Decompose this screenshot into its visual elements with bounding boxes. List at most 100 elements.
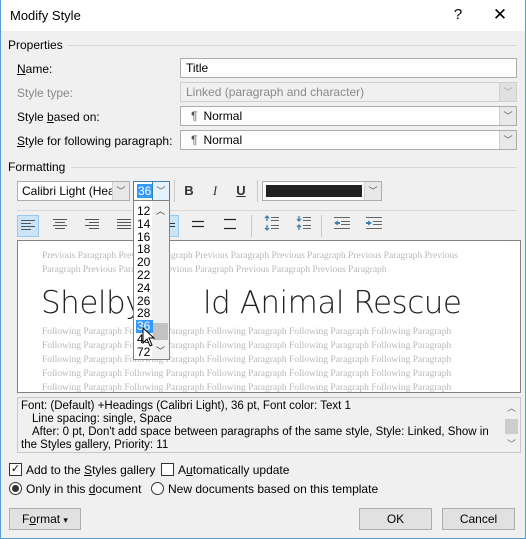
style-type-select: Linked (paragraph and character) ﹀: [180, 82, 517, 102]
ok-button[interactable]: OK: [359, 508, 432, 530]
chevron-down-icon[interactable]: ﹀: [499, 131, 516, 149]
style-preview: Previous Paragraph Previous Paragraph Pr…: [17, 240, 521, 393]
font-size-value: 36: [137, 184, 153, 198]
chevron-down-icon[interactable]: ﹀: [112, 182, 129, 200]
properties-divider: [67, 45, 517, 46]
scroll-down-icon[interactable]: ﹀: [156, 344, 165, 357]
chevron-down-icon[interactable]: ﹀: [364, 182, 381, 200]
scroll-up-icon[interactable]: ︿: [156, 204, 165, 217]
following-paragraph-value: Normal: [203, 133, 243, 147]
following-paragraph-select[interactable]: ¶ Normal ﹀: [180, 130, 517, 150]
description-scrollbar[interactable]: ︿ ﹀: [503, 398, 520, 452]
style-type-label: Style type:: [17, 86, 74, 100]
scroll-down-icon[interactable]: ﹀: [507, 438, 516, 451]
underline-button[interactable]: U: [230, 180, 252, 202]
mouse-cursor-icon: [142, 327, 156, 347]
following-paragraph-text: Following Paragraph Following Paragraph …: [42, 369, 452, 379]
auto-update-checkbox[interactable]: [161, 463, 174, 476]
following-paragraph-label: Style for following paragraph:: [17, 134, 173, 148]
close-button[interactable]: ✕: [492, 5, 508, 25]
based-on-select[interactable]: ¶ Normal ﹀: [180, 106, 517, 126]
chevron-down-icon[interactable]: ﹀: [499, 107, 516, 125]
description-line: Line spacing: single, Space: [32, 413, 173, 425]
chevron-down-icon: ﹀: [499, 83, 516, 101]
new-documents-radio[interactable]: [151, 482, 164, 495]
format-button[interactable]: Format ▾: [9, 508, 81, 530]
toolbar-divider: [17, 210, 517, 211]
justify-button[interactable]: [113, 215, 135, 237]
increase-spacing-before-button[interactable]: [261, 215, 283, 237]
modify-style-dialog: Modify Style ? ✕ Properties Name: Title …: [0, 0, 526, 539]
increase-indent-icon: [366, 217, 382, 229]
scroll-up-icon[interactable]: ︿: [507, 402, 516, 415]
font-color-swatch: [266, 185, 362, 197]
add-to-gallery-checkbox[interactable]: ✓: [9, 463, 22, 476]
onehalf-spacing-icon: [192, 220, 204, 228]
font-size-option[interactable]: 14: [136, 217, 153, 231]
increase-indent-button[interactable]: [363, 215, 385, 237]
line-spacing-onehalf-button[interactable]: [187, 215, 209, 237]
following-paragraph-text: Following Paragraph Following Paragraph …: [42, 383, 452, 393]
new-documents-label[interactable]: New documents based on this template: [168, 482, 378, 496]
line-spacing-double-button[interactable]: [219, 215, 241, 237]
align-left-button[interactable]: [17, 215, 39, 237]
properties-section-label: Properties: [8, 38, 63, 52]
add-to-gallery-label[interactable]: Add to the Styles gallery: [26, 463, 155, 477]
description-line: After: 0 pt, Don't add space between par…: [32, 426, 489, 438]
name-input[interactable]: Title: [180, 58, 517, 78]
paragraph-mark-icon: ¶: [191, 109, 198, 123]
based-on-label: Style based on:: [17, 110, 100, 124]
toolbar-separator: [251, 215, 252, 237]
preview-title-text: Shelby ld Animal Rescue: [41, 285, 462, 321]
formatting-section-label: Formatting: [8, 160, 66, 174]
title-bar: Modify Style ? ✕: [1, 0, 525, 31]
justify-icon: [117, 219, 131, 229]
dialog-title: Modify Style: [10, 8, 81, 23]
toolbar-separator: [174, 180, 175, 202]
font-name-select[interactable]: Calibri Light (Head ﹀: [17, 181, 130, 201]
decrease-spacing-before-button[interactable]: [293, 215, 315, 237]
description-line: the Styles gallery, Priority: 11: [21, 439, 169, 451]
based-on-value: Normal: [203, 109, 243, 123]
paragraph-mark-icon: ¶: [191, 133, 198, 147]
decrease-indent-icon: [334, 217, 350, 229]
dropdown-arrow-icon: ▾: [63, 515, 68, 525]
align-left-icon: [21, 220, 35, 230]
align-center-button[interactable]: [49, 215, 71, 237]
style-description: Font: (Default) +Headings (Calibri Light…: [17, 397, 521, 453]
scrollbar-thumb[interactable]: [505, 419, 518, 434]
following-paragraph-text: Following Paragraph Following Paragraph …: [42, 341, 452, 351]
preview-title-right: ld Animal Rescue: [203, 285, 462, 321]
space-before-increase-icon: [264, 215, 279, 231]
decrease-indent-button[interactable]: [331, 215, 353, 237]
previous-paragraph-text: Previous Paragraph Previous Paragraph Pr…: [42, 251, 458, 261]
name-value: Title: [186, 61, 209, 75]
help-button[interactable]: ?: [451, 6, 465, 23]
style-type-value: Linked (paragraph and character): [186, 85, 365, 99]
align-right-icon: [85, 219, 99, 229]
font-name-value: Calibri Light (Head: [22, 184, 114, 198]
only-this-document-label[interactable]: Only in this document: [26, 482, 141, 496]
following-paragraph-text: Following Paragraph Following Paragraph …: [42, 327, 452, 337]
italic-button[interactable]: I: [204, 180, 226, 202]
cancel-button[interactable]: Cancel: [442, 508, 515, 530]
description-line: Font: (Default) +Headings (Calibri Light…: [21, 400, 351, 412]
toolbar-separator: [321, 215, 322, 237]
formatting-divider: [71, 167, 517, 168]
chevron-down-icon[interactable]: ﹀: [152, 182, 169, 200]
bold-button[interactable]: B: [178, 180, 200, 202]
previous-paragraph-text: Paragraph Previous Paragraph Previous Pa…: [42, 265, 387, 275]
following-paragraph-text: Following Paragraph Following Paragraph …: [42, 355, 452, 365]
font-color-select[interactable]: ﹀: [262, 181, 382, 201]
preview-title-left: Shelby: [41, 285, 144, 321]
space-before-decrease-icon: [296, 216, 311, 230]
double-spacing-icon: [224, 218, 236, 230]
name-label: Name:: [17, 62, 53, 76]
font-size-option[interactable]: 24: [136, 281, 153, 295]
font-size-option[interactable]: 72: [136, 345, 153, 359]
only-this-document-radio[interactable]: [9, 482, 22, 495]
auto-update-label[interactable]: Automatically update: [178, 463, 289, 477]
font-size-select[interactable]: 36 ﹀: [133, 181, 170, 201]
align-right-button[interactable]: [81, 215, 103, 237]
align-center-icon: [53, 219, 67, 229]
